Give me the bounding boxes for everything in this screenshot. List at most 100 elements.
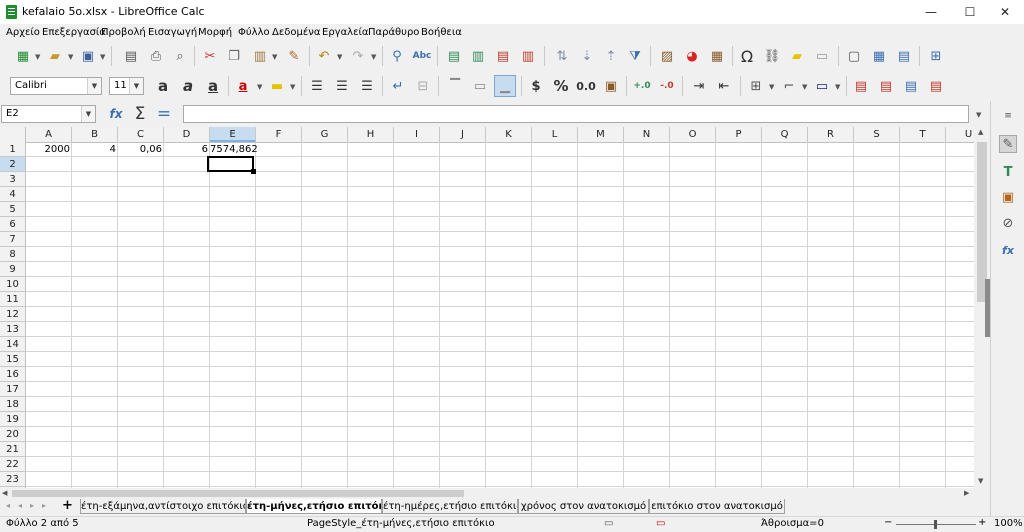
column-header-e[interactable]: E (210, 127, 256, 142)
sum-icon[interactable]: Σ (129, 103, 151, 125)
column-header-u[interactable]: U (946, 127, 974, 142)
row-icon[interactable]: ▤ (443, 45, 465, 67)
row-header-11[interactable]: 11 (0, 292, 26, 307)
data-bar-icon[interactable]: ▤ (900, 75, 922, 97)
cell-c1[interactable]: 0,06 (118, 142, 164, 157)
document-modified-icon[interactable]: ▭ (656, 518, 665, 529)
column-header-s[interactable]: S (854, 127, 900, 142)
save-icon[interactable]: ▣ (77, 45, 99, 67)
row-header-3[interactable]: 3 (0, 172, 26, 187)
merge-cells-icon[interactable]: ⊟ (412, 75, 434, 97)
row-header-4[interactable]: 4 (0, 187, 26, 202)
last-sheet-icon[interactable]: ▸ (42, 501, 46, 510)
column-header-i[interactable]: I (394, 127, 440, 142)
highlighting-icon[interactable]: ▬ (266, 75, 288, 97)
open-dropdown-icon[interactable]: ▼ (68, 53, 73, 61)
name-box[interactable]: E2 ▼ (1, 105, 96, 123)
align-right-icon[interactable]: ☰ (356, 75, 378, 97)
column-header-m[interactable]: M (578, 127, 624, 142)
functions-icon[interactable]: fx (999, 241, 1017, 259)
underline-icon[interactable]: a (202, 75, 224, 97)
chevron-down-icon[interactable]: ▼ (81, 106, 95, 122)
font-size-combo[interactable]: 11 ▼ (109, 77, 144, 95)
column-header-b[interactable]: B (72, 127, 118, 142)
fill-handle[interactable] (251, 169, 256, 174)
borders-icon[interactable]: ⊞ (745, 75, 767, 97)
autofilter-icon[interactable]: ⧩ (624, 45, 646, 67)
row-header-8[interactable]: 8 (0, 247, 26, 262)
menu-tools[interactable]: Εργαλεία (322, 27, 368, 38)
gallery-icon[interactable]: ▣ (999, 188, 1017, 206)
row-header-10[interactable]: 10 (0, 277, 26, 292)
vertical-scroll-thumb[interactable] (977, 142, 987, 302)
row-header-14[interactable]: 14 (0, 337, 26, 352)
chevron-down-icon[interactable]: ▼ (129, 78, 143, 94)
column-header-h[interactable]: H (348, 127, 394, 142)
scroll-down-icon[interactable]: ▼ (978, 477, 983, 485)
export-pdf-icon[interactable]: ▤ (120, 45, 142, 67)
menu-format[interactable]: Μορφή (198, 27, 232, 38)
paste-dropdown-icon[interactable]: ▼ (272, 53, 277, 61)
column-header-g[interactable]: G (302, 127, 348, 142)
wrap-text-icon[interactable]: ↵ (387, 75, 409, 97)
horizontal-scroll-thumb[interactable] (12, 490, 464, 497)
add-decimal-place-icon[interactable]: +.0 (631, 75, 653, 97)
border-style-dropdown-icon[interactable]: ▼ (802, 83, 807, 91)
previous-sheet-icon[interactable]: ◂ (18, 501, 22, 510)
menu-sheet[interactable]: Φύλλο (238, 27, 270, 38)
undo-icon[interactable]: ↶ (313, 45, 335, 67)
zoom-slider-knob[interactable] (934, 520, 937, 529)
row-header-18[interactable]: 18 (0, 397, 26, 412)
decrease-indent-icon[interactable]: ⇤ (713, 75, 735, 97)
zoom-in-icon[interactable]: + (978, 517, 986, 528)
show-draw-functions-icon[interactable]: ⊞ (925, 45, 947, 67)
undo-dropdown-icon[interactable]: ▼ (337, 53, 342, 61)
column-header-t[interactable]: T (900, 127, 946, 142)
highlighting-dropdown-icon[interactable]: ▼ (290, 83, 295, 91)
row-header-7[interactable]: 7 (0, 232, 26, 247)
next-sheet-icon[interactable]: ▸ (30, 501, 34, 510)
sheet-tab[interactable]: επιτόκιο στον ανατοκισμό (649, 499, 785, 514)
date-format-icon[interactable]: ▣ (600, 75, 622, 97)
column-header-c[interactable]: C (118, 127, 164, 142)
horizontal-scrollbar[interactable]: ◀ ▶ (0, 488, 990, 499)
redo-icon[interactable]: ↷ (347, 45, 369, 67)
row-header-19[interactable]: 19 (0, 412, 26, 427)
sort-ascending-icon[interactable]: ⇣ (576, 45, 598, 67)
cell-a1[interactable]: 2000 (26, 142, 72, 157)
insert-chart-icon[interactable]: ◕ (681, 45, 703, 67)
sum-text[interactable]: Άθροισμα=0 (761, 518, 824, 529)
sheet-tab-active[interactable]: έτη-μήνες,ετήσιο επιτόκιο (246, 499, 382, 514)
add-sheet-icon[interactable]: + (62, 498, 73, 513)
borders-dropdown-icon[interactable]: ▼ (769, 83, 774, 91)
align-center-icon[interactable]: ☰ (331, 75, 353, 97)
spelling-icon[interactable]: Abc (411, 45, 433, 67)
sheet-tab[interactable]: έτη-εξάμηνα,αντίστοιχο επιτόκιο (80, 499, 246, 514)
open-icon[interactable]: ▰ (44, 45, 66, 67)
bold-icon[interactable]: a (152, 75, 174, 97)
delete-row-icon[interactable]: ▤ (492, 45, 514, 67)
navigator-icon[interactable]: ⊘ (999, 214, 1017, 232)
sheet-tab[interactable]: έτη-ημέρες,ετήσιο επιτόκιο (382, 499, 518, 514)
menu-help[interactable]: Βοήθεια (421, 27, 462, 38)
special-character-icon[interactable]: Ω (736, 45, 758, 67)
split-window-icon[interactable]: ▤ (893, 45, 915, 67)
sort-icon[interactable]: ⇅ (551, 45, 573, 67)
zoom-level[interactable]: 100% (994, 518, 1023, 529)
insert-image-icon[interactable]: ▨ (656, 45, 678, 67)
cell-d1[interactable]: 6 (164, 142, 210, 157)
row-header-5[interactable]: 5 (0, 202, 26, 217)
menu-data[interactable]: Δεδομένα (272, 27, 320, 38)
comment-icon[interactable]: ▰ (786, 45, 808, 67)
center-vertically-icon[interactable]: ▭ (469, 75, 491, 97)
row-header-9[interactable]: 9 (0, 262, 26, 277)
sidebar-collapse-handle[interactable] (985, 279, 990, 337)
number-format-icon[interactable]: 0.0 (575, 75, 597, 97)
pivot-table-icon[interactable]: ▦ (706, 45, 728, 67)
freeze-rows-columns-icon[interactable]: ▦ (868, 45, 890, 67)
print-preview-icon[interactable]: ⌕ (169, 45, 191, 67)
row-header-16[interactable]: 16 (0, 367, 26, 382)
column-header-p[interactable]: P (716, 127, 762, 142)
column-header-j[interactable]: J (440, 127, 486, 142)
percent-format-icon[interactable]: % (550, 75, 572, 97)
